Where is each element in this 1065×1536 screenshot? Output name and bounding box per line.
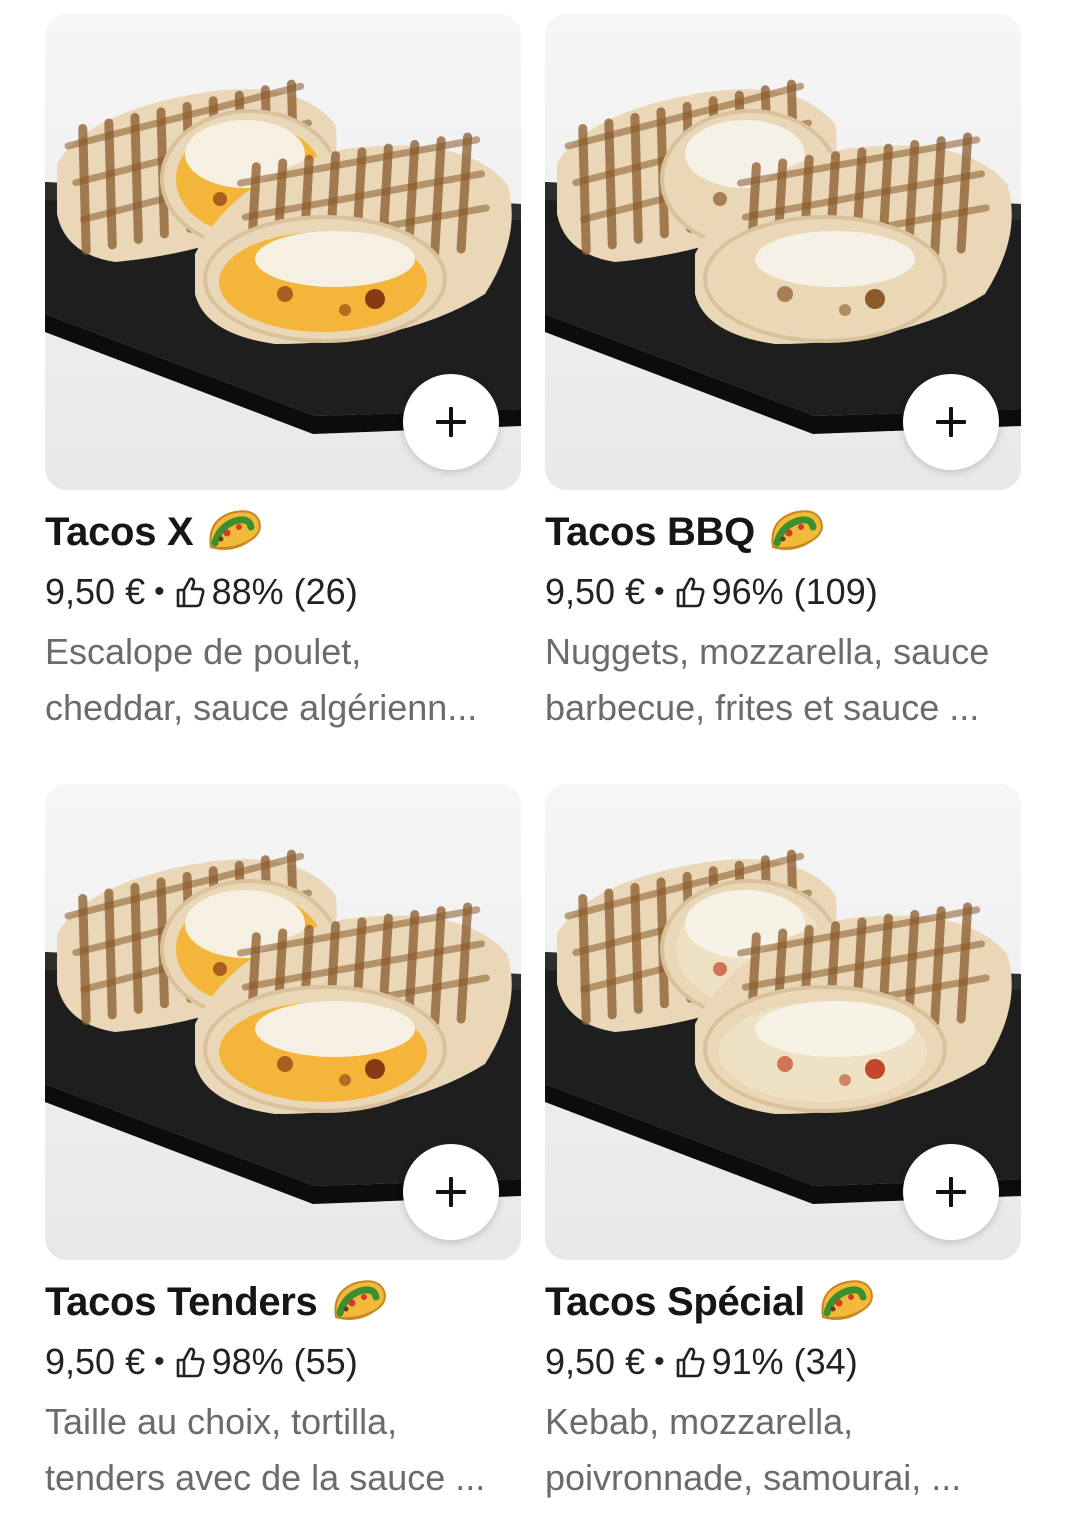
item-title-row: Tacos BBQ <box>545 508 1021 556</box>
item-description-line-2: tenders avec de la sauce ... <box>45 1457 486 1498</box>
taco-icon <box>771 510 823 550</box>
plus-icon <box>936 407 966 437</box>
item-price: 9,50 € <box>45 1341 146 1382</box>
item-description-line-1: Taille au choix, tortilla, <box>45 1401 398 1442</box>
thumbs-up-icon <box>676 1347 705 1378</box>
taco-icon <box>821 1280 873 1320</box>
item-description: Taille au choix, tortilla, tenders avec … <box>45 1394 521 1506</box>
separator-dot: • <box>154 575 165 608</box>
separator-dot: • <box>654 1345 665 1378</box>
item-description-line-2: poivronnade, samourai, ... <box>545 1457 962 1498</box>
add-button[interactable] <box>403 1144 499 1240</box>
item-photo[interactable] <box>545 14 1021 490</box>
separator-dot: • <box>654 575 665 608</box>
add-button[interactable] <box>903 374 999 470</box>
item-price: 9,50 € <box>45 571 146 612</box>
menu-item-card[interactable]: Tacos X 9,50 € • 88% (26) Escalope de po… <box>45 14 521 736</box>
thumbs-up-icon <box>176 577 205 608</box>
item-rating: 98% (55) <box>211 1341 358 1382</box>
item-title-row: Tacos Tenders <box>45 1278 521 1326</box>
plus-icon <box>436 407 466 437</box>
item-title: Tacos Tenders <box>45 1279 318 1324</box>
item-title: Tacos Spécial <box>545 1279 805 1324</box>
add-button[interactable] <box>903 1144 999 1240</box>
item-title-row: Tacos Spécial <box>545 1278 1021 1326</box>
item-title: Tacos X <box>45 509 194 554</box>
item-description-line-2: cheddar, sauce algérienn... <box>45 687 478 728</box>
thumbs-up-icon <box>176 1347 205 1378</box>
item-meta: 9,50 € • 98% (55) <box>45 1340 521 1384</box>
item-meta: 9,50 € • 91% (34) <box>545 1340 1021 1384</box>
item-meta: 9,50 € • 96% (109) <box>545 570 1021 614</box>
item-photo[interactable] <box>45 784 521 1260</box>
menu-item-card[interactable]: Tacos BBQ 9,50 € • 96% (109) Nuggets, mo… <box>545 14 1021 736</box>
item-price: 9,50 € <box>545 571 646 612</box>
item-photo[interactable] <box>45 14 521 490</box>
item-description: Escalope de poulet, cheddar, sauce algér… <box>45 624 521 736</box>
item-title-row: Tacos X <box>45 508 521 556</box>
separator-dot: • <box>154 1345 165 1378</box>
menu-item-card[interactable]: Tacos Tenders 9,50 € • 98% (55) Taille a… <box>45 784 521 1506</box>
item-rating: 91% (34) <box>711 1341 858 1382</box>
taco-icon <box>209 510 262 550</box>
item-rating: 88% (26) <box>211 571 358 612</box>
item-photo[interactable] <box>545 784 1021 1260</box>
item-description-line-1: Escalope de poulet, <box>45 631 362 672</box>
plus-icon <box>436 1177 466 1207</box>
item-description-line-1: Nuggets, mozzarella, sauce <box>545 631 990 672</box>
item-description-line-2: barbecue, frites et sauce ... <box>545 687 980 728</box>
item-title: Tacos BBQ <box>545 509 755 554</box>
item-description-line-1: Kebab, mozzarella, <box>545 1401 854 1442</box>
item-description: Nuggets, mozzarella, sauce barbecue, fri… <box>545 624 1021 736</box>
thumbs-up-icon <box>676 577 705 608</box>
menu-item-card[interactable]: Tacos Spécial 9,50 € • 91% (34) Kebab, m… <box>545 784 1021 1506</box>
item-rating: 96% (109) <box>711 571 878 612</box>
item-description: Kebab, mozzarella, poivronnade, samourai… <box>545 1394 1021 1506</box>
taco-icon <box>333 1280 386 1320</box>
add-button[interactable] <box>403 374 499 470</box>
plus-icon <box>936 1177 966 1207</box>
item-price: 9,50 € <box>545 1341 646 1382</box>
item-meta: 9,50 € • 88% (26) <box>45 570 521 614</box>
